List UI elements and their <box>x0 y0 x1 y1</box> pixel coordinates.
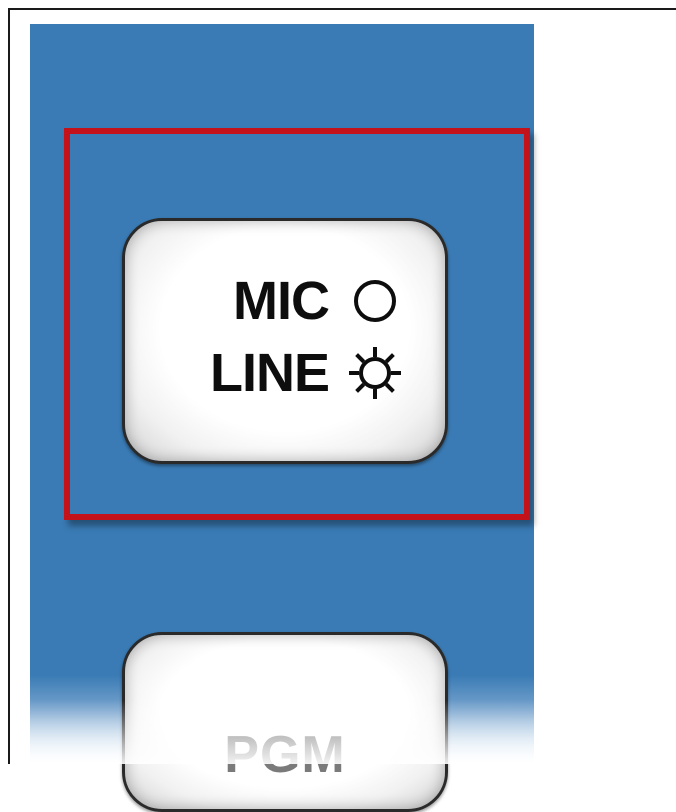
pgm-button[interactable]: PGM <box>122 632 448 812</box>
mic-line-toggle-button[interactable]: MIC LINE <box>122 218 448 464</box>
line-label: LINE <box>209 343 330 403</box>
pgm-label: PGM <box>224 726 346 784</box>
mic-label: MIC <box>233 271 330 331</box>
led-off-circle-icon <box>347 273 403 329</box>
mic-row: MIC <box>233 273 403 329</box>
led-on-sun-icon <box>347 345 403 401</box>
line-row: LINE <box>210 345 403 401</box>
